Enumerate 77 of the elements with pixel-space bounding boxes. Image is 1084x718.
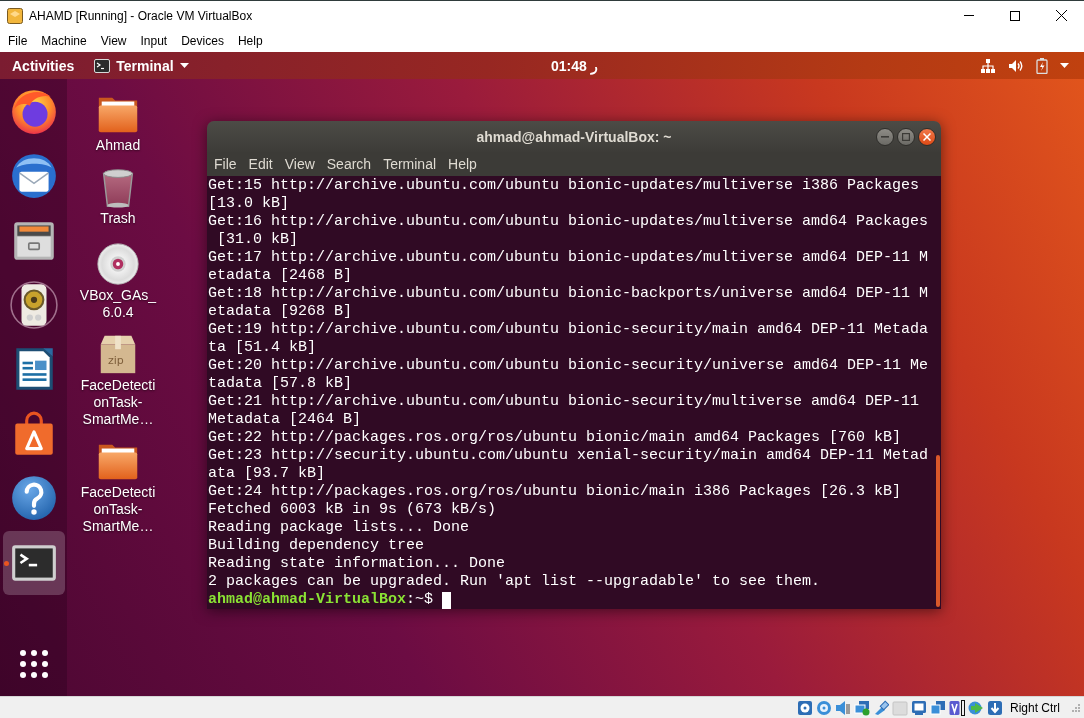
terminal-output-line: Get:18 http://archive.ubuntu.com/ubuntu bionic-backports/universe amd64 DEP-11 M <box>208 285 929 303</box>
menu-item[interactable]: File <box>214 156 237 172</box>
maximize-icon <box>1010 10 1020 21</box>
monitors-icon[interactable] <box>854 699 870 716</box>
shell-prompt: ahmad@ahmad-VirtualBox:~$ <box>208 591 434 609</box>
app-grid-icon <box>18 648 49 679</box>
menu-item[interactable]: Devices <box>174 32 231 50</box>
close-icon <box>1055 10 1067 21</box>
terminal-icon <box>94 58 111 73</box>
minimize-icon <box>881 135 889 138</box>
menu-item[interactable]: Help <box>448 156 477 172</box>
monitor-icon[interactable] <box>911 699 927 716</box>
clock-button[interactable]: 01:48 ر <box>541 57 608 74</box>
menu-item[interactable]: Input <box>133 32 175 50</box>
terminal-output-line: etadata [2468 B] <box>208 267 353 285</box>
terminal-output-line: Reading state information... Done <box>208 555 506 573</box>
terminal-output-line: Get:20 http://archive.ubuntu.com/ubuntu bionic-security/universe amd64 DEP-11 Me <box>208 357 929 375</box>
terminal-output-line: etadata [9268 B] <box>208 303 353 321</box>
minimize-icon <box>964 15 974 16</box>
close-icon <box>923 132 931 141</box>
terminal-output-line: Building dependency tree <box>208 537 425 555</box>
terminal-output-line: [31.0 kB] <box>216 231 298 249</box>
terminal-output-line: ata [93.7 kB] <box>208 465 326 483</box>
maximize-icon <box>902 132 910 141</box>
terminal-output-line: Reading package lists... Done <box>208 519 470 537</box>
caret-icon <box>179 63 189 68</box>
disc-icon[interactable] <box>95 241 141 287</box>
app-menu-button[interactable]: Terminal <box>94 57 189 74</box>
down-arrow-icon[interactable] <box>987 699 1003 716</box>
resize-grip-icon[interactable] <box>1072 703 1080 712</box>
running-dot-icon <box>3 560 9 566</box>
menu-item[interactable]: Search <box>326 156 372 172</box>
activities-button[interactable]: Activities <box>12 57 75 74</box>
desktop-icon-label[interactable]: Trash <box>100 210 136 227</box>
terminal-output-line: Get:22 http://packages.ros.org/ros/ubuntu bionic/main amd64 Packages [760 kB] <box>208 429 902 447</box>
desktop-icon-label[interactable]: FaceDetecti onTask- SmartMe… <box>80 484 156 535</box>
terminal-output-line: ta [51.4 kB] <box>208 339 317 357</box>
terminal-output-line: Metadata [2464 B] <box>208 411 362 429</box>
dock-item[interactable] <box>2 530 65 595</box>
menu-item[interactable]: Terminal <box>383 156 437 172</box>
menu-item[interactable]: View <box>93 32 134 50</box>
text-cursor <box>442 591 452 609</box>
terminal-output-line: Get:19 http://archive.ubuntu.com/ubuntu bionic-security/main amd64 DEP-11 Metada <box>208 321 929 339</box>
desktop-icon-label[interactable]: VBox_GAs_ 6.0.4 <box>79 287 157 321</box>
caret-icon <box>1060 63 1069 68</box>
menu-item[interactable]: File <box>1 32 35 50</box>
file-type-label: zip <box>108 354 124 367</box>
network-icon <box>980 57 996 74</box>
desktop-icon-label[interactable]: Ahmad <box>95 137 141 154</box>
terminal-output-line: [13.0 kB] <box>208 195 289 213</box>
usb-plug-icon[interactable] <box>873 699 889 716</box>
terminal-output-line: Get:21 http://archive.ubuntu.com/ubuntu bionic-security/multiverse amd64 DEP-11 <box>208 393 920 411</box>
speaker-icon <box>8 279 59 330</box>
host-key-label: Right Ctrl <box>1010 700 1060 715</box>
menu-item[interactable]: Help <box>230 32 270 50</box>
minimize-button[interactable] <box>876 127 894 146</box>
terminal-output-line: Get:17 http://archive.ubuntu.com/ubuntu bionic-updates/multiverse amd64 DEP-11 M <box>208 249 929 267</box>
windows-icon[interactable] <box>930 699 946 716</box>
terminal-output-line: 2 packages can be upgraded. Run 'apt list --upgradable' to see them. <box>208 573 821 591</box>
window-logo-icon <box>7 7 23 24</box>
chevron-tile-icon[interactable] <box>949 699 965 716</box>
menu-item[interactable]: Machine <box>34 32 94 50</box>
terminal-output-line: Get:23 http://security.ubuntu.com/ubuntu xenial-security/main amd64 DEP-11 Metad <box>208 447 929 465</box>
terminal-output-line: Get:16 http://archive.ubuntu.com/ubuntu bionic-updates/multiverse amd64 Packages <box>208 213 929 231</box>
menu-item[interactable]: Edit <box>248 156 273 172</box>
close-button[interactable] <box>918 127 936 146</box>
desktop-icon-label[interactable]: FaceDetecti onTask- SmartMe… <box>80 377 156 428</box>
terminal-output-line: Get:15 http://archive.ubuntu.com/ubuntu bionic-updates/multiverse i386 Packages <box>208 177 920 195</box>
terminal-output-line: tadata [57.8 kB] <box>208 375 353 393</box>
window-title: AHAMD [Running] - Oracle VM VirtualBox <box>29 8 254 23</box>
terminal-output-line: Get:24 http://packages.ros.org/ros/ubuntu bionic/main i386 Packages [26.3 kB] <box>208 483 902 501</box>
terminal-output-line: Fetched 6003 kB in 9s (673 kB/s) <box>208 501 497 519</box>
speaker-icon[interactable] <box>835 699 851 716</box>
terminal-title: ahmad@ahmad-VirtualBox: ~ <box>476 128 672 145</box>
scrollbar-thumb[interactable] <box>936 455 940 607</box>
battery-icon <box>1036 57 1048 74</box>
menu-item[interactable]: View <box>284 156 315 172</box>
